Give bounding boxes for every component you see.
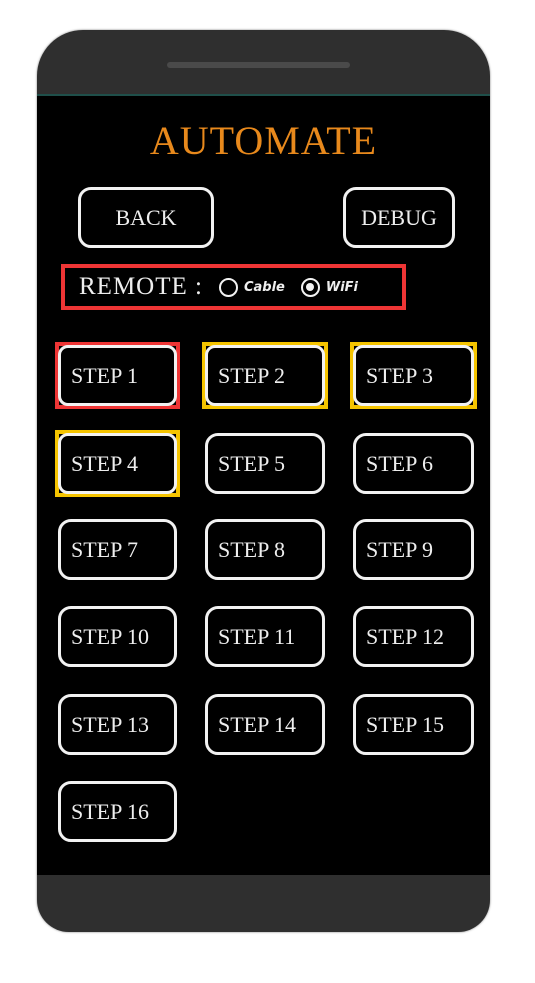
step-6-label: STEP 6	[366, 450, 434, 476]
step-12-button[interactable]: STEP 12	[353, 606, 474, 667]
page-title: AUTOMATE	[149, 118, 378, 163]
step-3-label: STEP 3	[366, 362, 434, 388]
step-14-label: STEP 14	[218, 711, 297, 737]
step-10-label: STEP 10	[71, 623, 150, 649]
step-15-label: STEP 15	[366, 711, 445, 737]
step-6-button[interactable]: STEP 6	[353, 433, 474, 494]
step-3-button[interactable]: STEP 3	[353, 345, 474, 406]
step-4-button[interactable]: STEP 4	[58, 433, 177, 494]
step-7-button[interactable]: STEP 7	[58, 519, 177, 580]
step-9-button[interactable]: STEP 9	[353, 519, 474, 580]
step-2-label: STEP 2	[218, 362, 286, 388]
step-12-label: STEP 12	[366, 623, 445, 649]
radio-wifi-label: WiFi	[325, 279, 359, 295]
radio-wifi-circle[interactable]	[300, 277, 320, 297]
radio-cable-circle[interactable]	[218, 277, 238, 297]
debug-button[interactable]: DEBUG	[343, 187, 455, 248]
step-8-label: STEP 8	[218, 536, 286, 562]
step-13-label: STEP 13	[71, 711, 150, 737]
step-11-label: STEP 11	[218, 623, 296, 649]
step-15-button[interactable]: STEP 15	[353, 694, 474, 755]
step-16-label: STEP 16	[71, 798, 150, 824]
radio-wifi[interactable]: WiFi	[300, 277, 359, 297]
step-16-button[interactable]: STEP 16	[58, 781, 177, 842]
step-9-label: STEP 9	[366, 536, 434, 562]
step-14-button[interactable]: STEP 14	[205, 694, 325, 755]
step-2-button[interactable]: STEP 2	[205, 345, 325, 406]
step-8-button[interactable]: STEP 8	[205, 519, 325, 580]
back-button-label: BACK	[115, 204, 177, 230]
radio-cable[interactable]: Cable	[218, 277, 285, 297]
step-10-button[interactable]: STEP 10	[58, 606, 177, 667]
step-4-label: STEP 4	[71, 450, 139, 476]
step-11-button[interactable]: STEP 11	[205, 606, 325, 667]
step-5-label: STEP 5	[218, 450, 286, 476]
step-1-button[interactable]: STEP 1	[58, 345, 177, 406]
back-button[interactable]: BACK	[78, 187, 214, 248]
step-1-label: STEP 1	[71, 362, 139, 388]
speaker-grille	[167, 62, 350, 68]
phone-frame: AUTOMATE BACK DEBUG REMOTE : Cable WiFi …	[37, 30, 490, 932]
app-screen: AUTOMATE BACK DEBUG REMOTE : Cable WiFi …	[37, 94, 490, 875]
step-13-button[interactable]: STEP 13	[58, 694, 177, 755]
radio-cable-label: Cable	[243, 279, 285, 295]
debug-button-label: DEBUG	[361, 204, 437, 230]
step-7-label: STEP 7	[71, 536, 139, 562]
remote-selector: REMOTE : Cable WiFi	[61, 264, 406, 310]
step-5-button[interactable]: STEP 5	[205, 433, 325, 494]
remote-label: REMOTE :	[79, 273, 203, 300]
